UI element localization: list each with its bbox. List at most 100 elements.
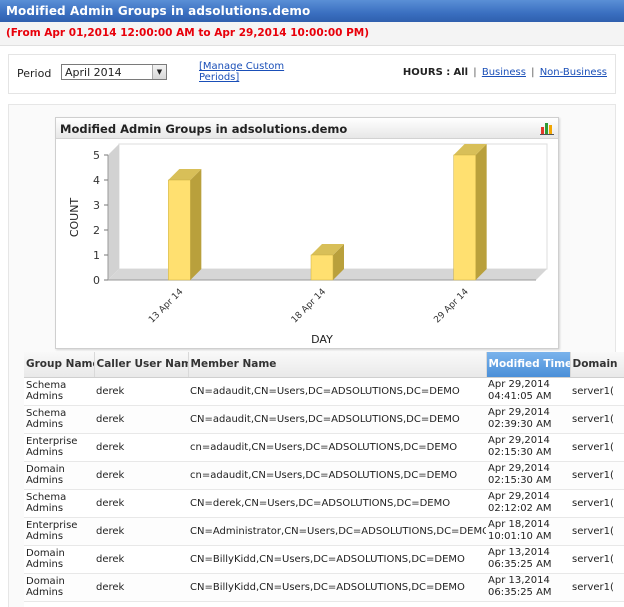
cell-modified-time: Apr 29,2014 02:12:02 AM bbox=[486, 489, 570, 518]
cell-modified-time: Apr 29,2014 04:41:05 AM bbox=[486, 377, 570, 406]
modified-clock-time: 02:15:30 AM bbox=[488, 475, 552, 486]
cell-group-name: Schema Admins bbox=[24, 405, 94, 434]
table-row[interactable]: Schema Admins derek CN=adaudit,CN=Users,DC… bbox=[24, 405, 624, 434]
cell-domain: server1( bbox=[570, 433, 624, 462]
chart-panel: Modified Admin Groups in adsolutions.dem… bbox=[55, 117, 559, 349]
manage-custom-periods-link[interactable]: [Manage Custom Periods] bbox=[199, 61, 309, 83]
cell-caller-user-name: derek bbox=[94, 489, 188, 518]
hours-all-option[interactable]: All bbox=[453, 67, 468, 78]
modified-clock-time: 06:35:25 AM bbox=[488, 587, 552, 598]
modified-date: Apr 29,2014 bbox=[488, 463, 550, 474]
cell-member-name: CN=BillyKidd,CN=Users,DC=ADSOLUTIONS,DC=… bbox=[188, 573, 486, 602]
column-header-domain[interactable]: Domain bbox=[570, 352, 624, 378]
cell-modified-time: Apr 29,2014 02:15:30 AM bbox=[486, 461, 570, 490]
modified-date: Apr 29,2014 bbox=[488, 379, 550, 390]
table-row[interactable]: Schema Admins derek CN=adaudit,CN=Users,DC… bbox=[24, 377, 624, 406]
table-row[interactable]: Domain Admins derek CN=BillyKidd,CN=Users,… bbox=[24, 545, 624, 574]
table-row[interactable]: Enterprise Admins derek cn=adaudit,CN=User… bbox=[24, 433, 624, 462]
table-row[interactable]: Domain Admins derek cn=adaudit,CN=Users,DC… bbox=[24, 461, 624, 490]
hours-non-business-link[interactable]: Non-Business bbox=[540, 67, 607, 78]
cell-member-name: CN=Administrator,CN=Users,DC=ADSOLUTIONS… bbox=[188, 517, 486, 546]
results-table-container: Group Name Caller User Name Member Name … bbox=[24, 352, 624, 607]
table-header-row: Group Name Caller User Name Member Name … bbox=[24, 352, 624, 378]
column-header-modified-time[interactable]: Modified Time▼ bbox=[486, 352, 571, 378]
bar-chart: 0 1 2 3 4 5 COUNT 13 Apr 14 18 Apr 14 29 Apr 14 DA… bbox=[68, 143, 548, 346]
bar bbox=[453, 154, 476, 281]
cell-member-name: CN=adaudit,CN=Users,DC=ADSOLUTIONS,DC=DE… bbox=[188, 377, 486, 406]
y-tick-label: 5 bbox=[93, 149, 100, 162]
column-header-group-name[interactable]: Group Name bbox=[24, 352, 95, 378]
bar-side bbox=[190, 169, 202, 280]
date-range: (From Apr 01,2014 12:00:00 AM to Apr 29,… bbox=[0, 22, 624, 46]
cell-caller-user-name: derek bbox=[94, 405, 188, 434]
modified-date: Apr 13,2014 bbox=[488, 547, 550, 558]
cell-domain: server1( bbox=[570, 545, 624, 574]
y-tick-label: 4 bbox=[93, 174, 100, 187]
x-tick-label: 13 Apr 14 bbox=[147, 287, 186, 326]
cell-domain: server1( bbox=[570, 517, 624, 546]
x-tick-label: 29 Apr 14 bbox=[432, 287, 471, 326]
cell-member-name: cn=adaudit,CN=Users,DC=ADSOLUTIONS,DC=DE… bbox=[188, 461, 486, 490]
y-tick-label: 0 bbox=[93, 274, 100, 287]
chart-type-icon[interactable] bbox=[540, 121, 554, 135]
cell-caller-user-name: derek bbox=[94, 545, 188, 574]
modified-date: Apr 29,2014 bbox=[488, 435, 550, 446]
column-header-member-name[interactable]: Member Name bbox=[188, 352, 487, 378]
cell-caller-user-name: derek bbox=[94, 433, 188, 462]
cell-caller-user-name: derek bbox=[94, 573, 188, 602]
modified-clock-time: 04:41:05 AM bbox=[488, 391, 552, 402]
cell-caller-user-name: derek bbox=[94, 461, 188, 490]
modified-time-label: Modified Time bbox=[488, 358, 570, 371]
cell-modified-time: Apr 13,2014 06:35:25 AM bbox=[486, 573, 570, 602]
cell-member-name: CN=derek,CN=Users,DC=ADSOLUTIONS,DC=DEMO bbox=[188, 489, 486, 518]
table-row[interactable]: Domain Admins derek CN=BillyKidd,CN=Users,… bbox=[24, 573, 624, 602]
cell-member-name: CN=BillyKidd,CN=Users,DC=ADSOLUTIONS,DC=… bbox=[188, 545, 486, 574]
cell-modified-time: Apr 13,2014 06:35:25 AM bbox=[486, 545, 570, 574]
y-axis-label: COUNT bbox=[68, 198, 81, 238]
modified-clock-time: 06:35:25 AM bbox=[488, 559, 552, 570]
cell-modified-time: Apr 29,2014 02:15:30 AM bbox=[486, 433, 570, 462]
y-tick-label: 2 bbox=[93, 224, 100, 237]
cell-modified-time: Apr 29,2014 02:39:30 AM bbox=[486, 405, 570, 434]
cell-caller-user-name: derek bbox=[94, 517, 188, 546]
cell-domain: server1( bbox=[570, 489, 624, 518]
bar bbox=[310, 254, 334, 281]
period-value: April 2014 bbox=[65, 66, 122, 79]
results-table: Group Name Caller User Name Member Name … bbox=[24, 352, 624, 602]
bar-side bbox=[475, 144, 487, 280]
bar bbox=[168, 179, 191, 281]
table-row[interactable]: Schema Admins derek CN=derek,CN=Users,DC=A… bbox=[24, 489, 624, 518]
chart-left-wall bbox=[108, 144, 119, 280]
cell-domain: server1( bbox=[570, 405, 624, 434]
period-select[interactable]: April 2014 ▼ bbox=[61, 64, 167, 80]
cell-member-name: cn=adaudit,CN=Users,DC=ADSOLUTIONS,DC=DE… bbox=[188, 433, 486, 462]
cell-group-name: Schema Admins bbox=[24, 489, 94, 518]
cell-domain: server1( bbox=[570, 377, 624, 406]
modified-date: Apr 18,2014 bbox=[488, 519, 550, 530]
modified-clock-time: 02:15:30 AM bbox=[488, 447, 552, 458]
hours-separator: | bbox=[473, 67, 477, 78]
cell-group-name: Domain Admins bbox=[24, 545, 94, 574]
column-header-caller-user-name[interactable]: Caller User Name bbox=[94, 352, 189, 378]
hours-filter: HOURS : All | Business | Non-Business bbox=[403, 67, 607, 78]
cell-group-name: Enterprise Admins bbox=[24, 433, 94, 462]
modified-clock-time: 10:01:10 AM bbox=[488, 531, 552, 542]
modified-date: Apr 13,2014 bbox=[488, 575, 550, 586]
filter-bar: Period April 2014 ▼ [Manage Custom Perio… bbox=[8, 54, 616, 94]
cell-domain: server1( bbox=[570, 573, 624, 602]
hours-separator: | bbox=[531, 67, 535, 78]
report-title: Modified Admin Groups in adsolutions.dem… bbox=[0, 0, 624, 22]
hours-label: HOURS : bbox=[402, 67, 451, 78]
modified-date: Apr 29,2014 bbox=[488, 407, 550, 418]
hours-business-link[interactable]: Business bbox=[482, 67, 526, 78]
table-row[interactable]: Enterprise Admins derek CN=Administrator,C… bbox=[24, 517, 624, 546]
cell-modified-time: Apr 18,2014 10:01:10 AM bbox=[486, 517, 570, 546]
cell-group-name: Domain Admins bbox=[24, 461, 94, 490]
y-tick-label: 3 bbox=[93, 199, 100, 212]
chart-title: Modified Admin Groups in adsolutions.dem… bbox=[56, 118, 558, 139]
cell-group-name: Domain Admins bbox=[24, 573, 94, 602]
chevron-down-icon[interactable]: ▼ bbox=[152, 65, 166, 79]
y-tick-label: 1 bbox=[93, 249, 100, 262]
modified-clock-time: 02:39:30 AM bbox=[488, 419, 552, 430]
x-axis-label: DAY bbox=[311, 333, 333, 346]
